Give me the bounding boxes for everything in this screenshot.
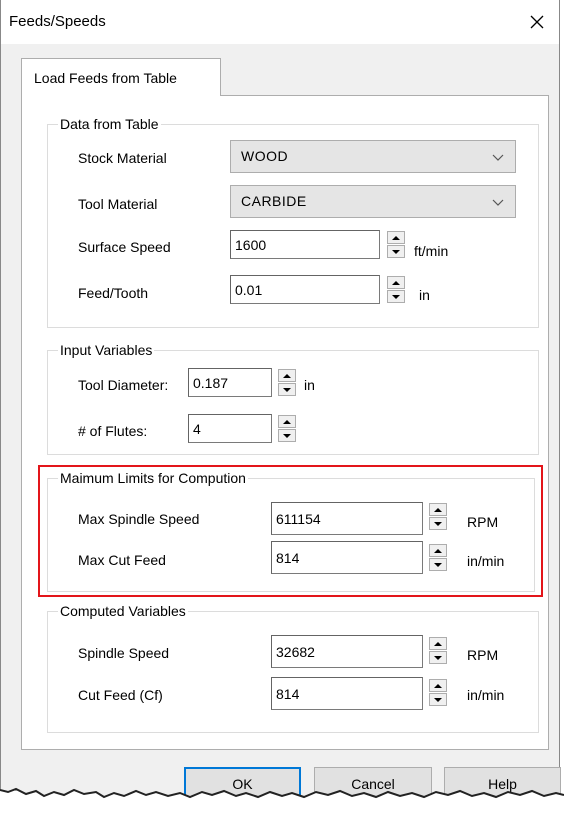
spin-up-button[interactable] <box>278 415 296 428</box>
spin-down-button[interactable] <box>387 290 405 303</box>
close-button[interactable] <box>517 4 557 40</box>
surface-speed-spinner[interactable] <box>387 231 405 259</box>
tab-label: Load Feeds from Table <box>34 70 177 86</box>
flutes-input[interactable] <box>188 414 272 443</box>
tool-material-select[interactable]: CARBIDE <box>230 185 516 218</box>
caret-down-icon <box>392 295 400 299</box>
caret-down-icon <box>434 698 442 702</box>
spindle-speed-label: Spindle Speed <box>78 645 170 661</box>
caret-down-icon <box>283 434 291 438</box>
spin-down-button[interactable] <box>429 693 447 706</box>
tool-diameter-input[interactable] <box>188 368 272 397</box>
group-legend: Input Variables <box>60 342 153 358</box>
feeds-speeds-dialog: Feeds/Speeds Load Feeds from Table Data … <box>0 0 561 814</box>
spin-down-button[interactable] <box>429 651 447 664</box>
window-title: Feeds/Speeds <box>9 13 106 30</box>
stock-material-select[interactable]: WOOD <box>230 140 516 173</box>
surface-speed-input[interactable] <box>230 230 380 259</box>
feed-tooth-input[interactable] <box>230 275 380 304</box>
spindle-speed-spinner[interactable] <box>429 637 447 665</box>
stock-material-value: WOOD <box>241 148 289 164</box>
cut-feed-input[interactable] <box>271 677 423 710</box>
flutes-spinner[interactable] <box>278 415 296 443</box>
tool-diameter-spinner[interactable] <box>278 369 296 397</box>
spin-up-button[interactable] <box>387 231 405 244</box>
tool-diameter-label: Tool Diameter: <box>78 377 169 393</box>
spin-up-button[interactable] <box>429 679 447 692</box>
spindle-speed-unit: RPM <box>467 647 499 663</box>
title-bar: Feeds/Speeds <box>1 0 559 44</box>
spindle-speed-input[interactable] <box>271 635 423 668</box>
feed-tooth-label: Feed/Tooth <box>78 285 149 301</box>
caret-up-icon <box>392 281 400 285</box>
tool-material-label: Tool Material <box>78 196 158 212</box>
spin-down-button[interactable] <box>278 429 296 442</box>
surface-speed-unit: ft/min <box>414 243 449 259</box>
caret-down-icon <box>283 388 291 392</box>
caret-up-icon <box>434 642 442 646</box>
cut-feed-spinner[interactable] <box>429 679 447 707</box>
caret-up-icon <box>392 236 400 240</box>
cut-feed-unit: in/min <box>467 687 505 703</box>
flutes-label: # of Flutes: <box>78 423 148 439</box>
spin-down-button[interactable] <box>278 383 296 396</box>
feed-tooth-spinner[interactable] <box>387 276 405 304</box>
tool-diameter-unit: in <box>304 377 315 393</box>
annotation-highlight <box>38 465 543 597</box>
tool-material-value: CARBIDE <box>241 193 307 209</box>
spin-down-button[interactable] <box>387 245 405 258</box>
caret-up-icon <box>283 374 291 378</box>
chevron-down-icon <box>492 154 504 161</box>
stock-material-label: Stock Material <box>78 150 167 166</box>
spin-up-button[interactable] <box>387 276 405 289</box>
close-icon <box>530 15 544 29</box>
caret-up-icon <box>283 420 291 424</box>
torn-edge <box>0 787 564 814</box>
group-computed-variables: Computed Variables <box>47 603 539 733</box>
caret-down-icon <box>392 250 400 254</box>
chevron-down-icon <box>492 199 504 206</box>
caret-up-icon <box>434 684 442 688</box>
group-legend: Computed Variables <box>60 603 186 619</box>
spin-up-button[interactable] <box>278 369 296 382</box>
feed-tooth-unit: in <box>419 287 430 303</box>
group-legend: Data from Table <box>60 116 159 132</box>
spin-up-button[interactable] <box>429 637 447 650</box>
tab-load-feeds[interactable]: Load Feeds from Table <box>21 58 221 96</box>
caret-down-icon <box>434 656 442 660</box>
surface-speed-label: Surface Speed <box>78 239 171 255</box>
cut-feed-label: Cut Feed (Cf) <box>78 687 163 703</box>
